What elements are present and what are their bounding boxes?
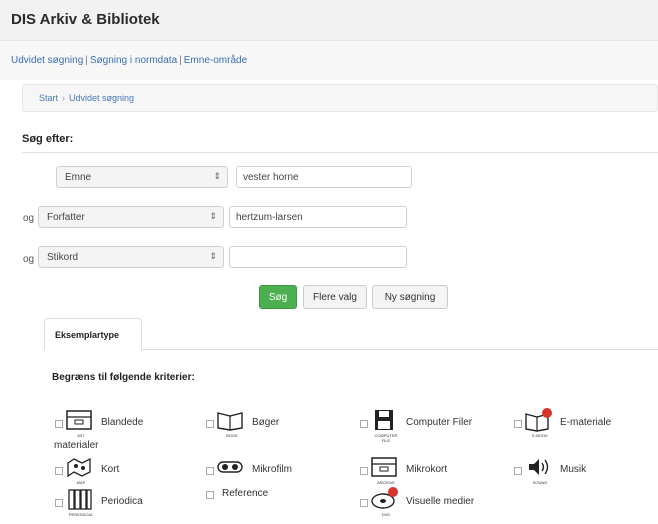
checkbox[interactable] [55,420,63,428]
app-title: DIS Arkiv & Bibliotek [11,11,160,28]
criteria-label: Mikrokort [406,464,448,475]
icon-caption: MIT [77,433,85,438]
microcard-icon [371,457,397,477]
field-select-3[interactable]: Stikord ⇕ [38,246,224,268]
field-select-value: Emne [65,172,92,183]
icon-caption: COMPUTER FILE [374,433,398,443]
breadcrumb-start[interactable]: Start [39,93,58,103]
criteria-label: E-materiale [560,417,612,428]
microfilm-icon [217,461,243,473]
field-select-value: Stikord [47,252,79,263]
search-term-input-2[interactable]: hertzum-larsen [229,206,407,228]
criteria-mixed-materials[interactable]: MIT Blandede [55,408,205,438]
nav-link-subject-area[interactable]: Emne-område [184,55,247,66]
breadcrumb-current[interactable]: Udvidet søgning [69,93,134,103]
icon-caption: MAP [76,480,86,485]
more-options-button[interactable]: Flere valg [303,285,367,309]
criteria-label: Bøger [252,417,280,428]
disc-icon [371,487,398,509]
criteria-label-continued: materialer [54,440,99,451]
criteria-periodicals[interactable]: PERIODICAL Periodica [55,487,205,517]
link-bar: Udvidet søgning | Søgning i normdata | Emne-… [0,40,658,80]
criteria-label: Visuelle medier [406,496,475,507]
select-arrow-icon: ⇕ [209,251,217,261]
criteria-visual-media[interactable]: DVD Visuelle medier [360,487,510,517]
map-icon [67,457,91,478]
icon-caption: BOOK [226,433,238,438]
book-icon [217,412,243,431]
checkbox[interactable] [360,467,368,475]
search-button[interactable]: Søg [259,285,297,309]
floppy-disk-icon [375,410,393,430]
divider [22,152,658,153]
checkbox[interactable] [514,467,522,475]
nav-separator: | [85,55,88,66]
tab-item-type[interactable]: Eksemplartype [44,318,142,350]
top-nav: Udvidet søgning | Søgning i normdata | Emne-… [11,55,247,66]
criteria-e-material[interactable]: E-BOOK E-materiale [514,408,654,438]
criteria-label: Computer Filer [406,417,473,428]
checkbox[interactable] [514,420,522,428]
criteria-label: Reference [222,488,269,499]
icon-caption: E-BOOK [532,433,548,438]
checkbox[interactable] [55,467,63,475]
criteria-microcard[interactable]: ARCHIVE Mikrokort [360,455,500,485]
criteria-music[interactable]: SOUND Musik [514,455,644,485]
icon-caption: PERIODICAL [68,512,94,517]
search-term-input-1[interactable]: vester horne [236,166,412,188]
checkbox[interactable] [206,420,214,428]
new-search-button[interactable]: Ny søgning [372,285,448,309]
nav-separator: | [179,55,182,66]
criteria-label: Blandede [101,417,144,428]
archive-box-icon [66,410,92,430]
checkbox[interactable] [360,499,368,507]
breadcrumb: Start › Udvidet søgning [22,84,658,112]
criteria-books[interactable]: BOOK Bøger [206,408,336,438]
criteria-label: Musik [560,464,587,475]
ebook-icon [525,408,552,432]
search-heading: Søg efter: [22,133,74,145]
header-bar: DIS Arkiv & Bibliotek [0,0,658,40]
criteria-microfilm[interactable]: Mikrofilm [206,455,346,485]
breadcrumb-divider: › [62,93,66,103]
nav-link-advanced-search[interactable]: Udvidet søgning [11,55,83,66]
operator-label: og [23,213,35,224]
field-select-value: Forfatter [47,212,85,223]
nav-link-authority-search[interactable]: Søgning i normdata [90,55,177,66]
criteria-reference[interactable]: Reference [206,483,346,513]
operator-label: og [23,254,35,265]
criteria-maps[interactable]: MAP Kort [55,455,205,485]
select-arrow-icon: ⇕ [213,171,221,181]
field-select-1[interactable]: Emne ⇕ [56,166,228,188]
checkbox[interactable] [55,499,63,507]
criteria-computer-files[interactable]: COMPUTER FILE Computer Filer [360,408,500,443]
select-arrow-icon: ⇕ [209,211,217,221]
field-select-2[interactable]: Forfatter ⇕ [38,206,224,228]
icon-caption: SOUND [532,480,548,485]
checkbox[interactable] [206,491,214,499]
speaker-icon [529,459,549,475]
criteria-heading: Begræns til følgende kriterier: [52,372,195,383]
periodical-icon [68,489,92,510]
criteria-label: Mikrofilm [252,464,292,475]
icon-caption: DVD [381,512,391,517]
criteria-label: Periodica [101,496,143,507]
criteria-label: Kort [101,464,120,475]
checkbox[interactable] [206,467,214,475]
icon-caption: ARCHIVE [377,480,395,485]
checkbox[interactable] [360,420,368,428]
search-term-input-3[interactable] [229,246,407,268]
